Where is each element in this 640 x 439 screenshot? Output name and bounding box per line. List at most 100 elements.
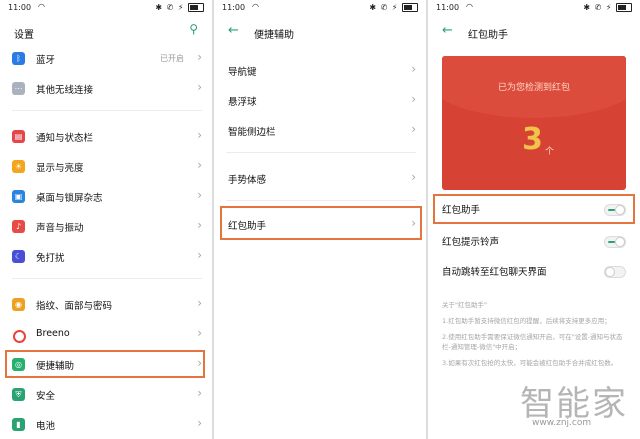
page-header: 设置 ⚲ (0, 20, 212, 44)
settings-screen: 11:00 ◠ ✱ ✆ ⚡ 设置 ⚲ ᛒ 蓝牙 已开启 › ⋯ 其他无线连接 ›… (0, 0, 212, 439)
settings-item-display[interactable]: ☀ 显示与亮度 › (0, 152, 212, 182)
back-arrow-icon[interactable]: ← (228, 23, 239, 38)
item-label: 智能侧边栏 (228, 127, 276, 138)
chevron-right-icon: › (197, 128, 202, 142)
chevron-right-icon: › (197, 188, 202, 202)
red-packet-card: 已为您检测到红包 3 个 (442, 56, 626, 190)
wifi-icon: ◠ (466, 2, 473, 11)
page-title: 红包助手 (468, 30, 508, 41)
wireless-icon: ⋯ (12, 82, 25, 95)
item-label: 声音与振动 (36, 223, 84, 234)
settings-item-breeno[interactable]: Breeno › (0, 320, 212, 350)
about-line: 2.使用红包助手需要保证微信通知开启，可在"设置-通知与状态栏-通知管理-微信"… (442, 333, 623, 351)
settings-item-wireless[interactable]: ⋯ 其他无线连接 › (0, 74, 212, 104)
item-label: 通知与状态栏 (36, 133, 94, 144)
toggle-on-indicator (608, 241, 615, 243)
notification-icon: ▤ (12, 130, 25, 143)
chevron-right-icon: › (197, 326, 202, 340)
item-label: 指纹、面部与密码 (36, 301, 113, 312)
page-title: 设置 (14, 30, 34, 41)
toggle-knob (615, 237, 625, 247)
setting-auto-jump[interactable]: 自动跳转至红包聊天界面 (428, 256, 640, 286)
chevron-right-icon: › (411, 62, 416, 76)
battery-icon: ▮ (12, 418, 25, 431)
settings-item-desktop[interactable]: ▣ 桌面与锁屏杂志 › (0, 182, 212, 212)
settings-item-sound[interactable]: ♪ 声音与振动 › (0, 212, 212, 242)
settings-item-bluetooth[interactable]: ᛒ 蓝牙 已开启 › (0, 44, 212, 74)
item-label: 显示与亮度 (36, 163, 84, 174)
page-header: ← 红包助手 (428, 20, 640, 44)
about-section: 关于"红包助手" 1.红包助手暂支持微信红包的提醒，后续将支持更多应用； 2.使… (442, 300, 630, 374)
settings-item-security[interactable]: ⛨ 安全 › (0, 380, 212, 410)
item-label: 电池 (36, 421, 56, 432)
detected-message: 已为您检测到红包 (497, 83, 570, 93)
menu-item-float-ball[interactable]: 悬浮球 › (214, 86, 426, 116)
packet-count: 3 (522, 122, 543, 157)
chevron-right-icon: › (197, 50, 202, 64)
chevron-right-icon: › (411, 122, 416, 136)
chevron-right-icon: › (197, 158, 202, 172)
auto-jump-toggle[interactable] (604, 266, 626, 278)
item-value: 已开启 (160, 54, 184, 63)
chevron-right-icon: › (197, 416, 202, 430)
shield-icon: ⛨ (12, 388, 25, 401)
settings-item-fingerprint[interactable]: ◉ 指纹、面部与密码 › (0, 290, 212, 320)
highlight-box (5, 350, 205, 378)
bluetooth-icon: ᛒ (12, 52, 25, 65)
toggle-knob (605, 267, 615, 277)
settings-item-dnd[interactable]: ☾ 免打扰 › (0, 242, 212, 272)
chevron-right-icon: › (197, 80, 202, 94)
setting-red-packet-ringtone[interactable]: 红包提示铃声 (428, 226, 640, 256)
about-line: 1.红包助手暂支持微信红包的提醒，后续将支持更多应用； (442, 317, 611, 325)
moon-icon: ☾ (12, 250, 25, 263)
chevron-right-icon: › (411, 92, 416, 106)
item-label: 悬浮球 (228, 97, 257, 108)
status-icons: ✱ ✆ ⚡ (155, 3, 204, 12)
desktop-icon: ▣ (12, 190, 25, 203)
setting-label: 自动跳转至红包聊天界面 (442, 267, 547, 278)
setting-label: 红包提示铃声 (442, 237, 500, 248)
status-bar: 11:00 ◠ ✱ ✆ ⚡ (8, 2, 204, 15)
item-label: 免打扰 (36, 253, 65, 264)
divider (226, 200, 416, 201)
chevron-right-icon: › (197, 248, 202, 262)
item-label: 其他无线连接 (36, 85, 94, 96)
back-arrow-icon[interactable]: ← (442, 23, 453, 38)
menu-item-nav-keys[interactable]: 导航键 › (214, 56, 426, 86)
search-icon[interactable]: ⚲ (189, 22, 198, 36)
settings-item-battery[interactable]: ▮ 电池 › (0, 410, 212, 439)
divider (12, 110, 202, 111)
item-label: 导航键 (228, 67, 257, 78)
about-title: 关于"红包助手" (442, 301, 487, 309)
wifi-icon: ◠ (38, 2, 45, 11)
page-header: ← 便捷辅助 (214, 20, 426, 44)
chevron-right-icon: › (197, 218, 202, 232)
battery-status-icon (188, 3, 204, 12)
highlight-box (433, 194, 635, 224)
item-label: Breeno (36, 328, 70, 339)
wifi-icon: ◠ (252, 2, 259, 11)
battery-status-icon (402, 3, 418, 12)
red-packet-assistant-screen: 11:00 ◠ ✱ ✆ ⚡ ← 红包助手 已为您检测到红包 3 个 红包助手 红… (428, 0, 640, 439)
divider (226, 152, 416, 153)
divider (12, 278, 202, 279)
item-label: 桌面与锁屏杂志 (36, 193, 103, 204)
sound-icon: ♪ (12, 220, 25, 233)
menu-item-gestures[interactable]: 手势体感 › (214, 164, 426, 194)
item-label: 蓝牙 (36, 55, 56, 66)
chevron-right-icon: › (197, 386, 202, 400)
watermark-url: www.znj.com (532, 418, 592, 428)
item-label: 安全 (36, 391, 56, 402)
settings-item-notification[interactable]: ▤ 通知与状态栏 › (0, 122, 212, 152)
status-time: 11:00 (8, 3, 32, 12)
status-icons: ✱ ✆ ⚡ (583, 3, 632, 12)
brightness-icon: ☀ (12, 160, 25, 173)
battery-status-icon (616, 3, 632, 12)
ringtone-toggle[interactable] (604, 236, 626, 248)
status-icons: ✱ ✆ ⚡ (369, 3, 418, 12)
packet-count-unit: 个 (545, 147, 555, 157)
fingerprint-icon: ◉ (12, 298, 25, 311)
menu-item-smart-sidebar[interactable]: 智能侧边栏 › (214, 116, 426, 146)
item-label: 手势体感 (228, 175, 267, 186)
status-time: 11:00 (222, 3, 246, 12)
